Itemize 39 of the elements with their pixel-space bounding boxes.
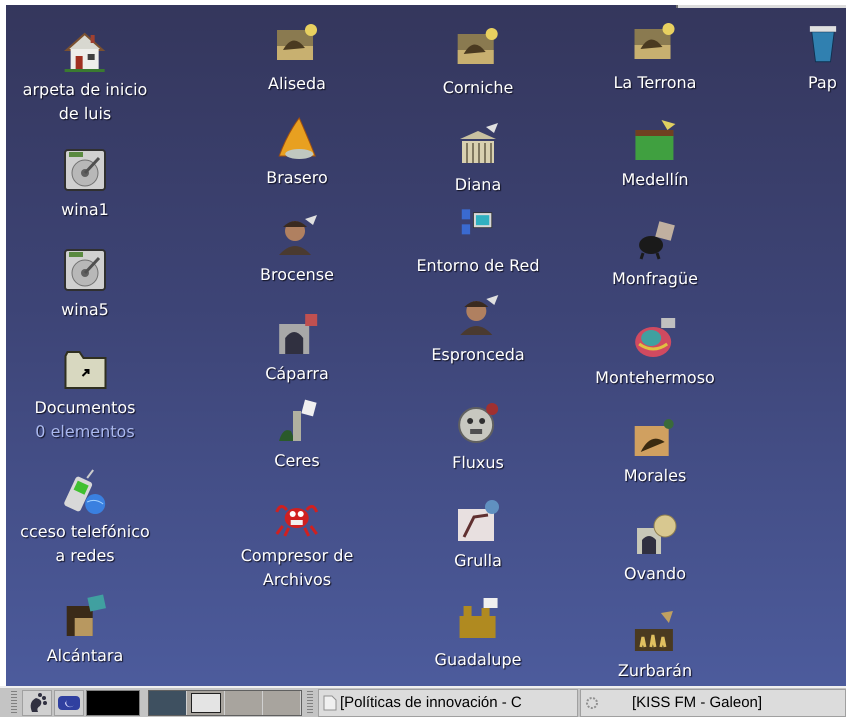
document-icon <box>323 694 337 710</box>
icon-label[interactable]: Documentos <box>34 396 136 420</box>
icon-label[interactable]: Compresor de Archivos <box>240 544 354 592</box>
icon-label[interactable]: Aliseda <box>268 72 326 96</box>
task-button[interactable]: [Políticas de innovación - C <box>318 688 578 716</box>
icon-label[interactable]: Monfragüe <box>612 267 698 291</box>
icon-label[interactable]: arpeta de inicio de luis <box>22 78 148 126</box>
icon-label[interactable]: Espronceda <box>431 343 525 367</box>
icon-label[interactable]: Ceres <box>274 449 320 473</box>
item-count: 0 elementos <box>35 421 135 443</box>
icon-label[interactable]: Grulla <box>454 549 502 573</box>
gear-icon <box>585 696 599 710</box>
icon-label[interactable]: Cáparra <box>265 362 329 386</box>
icon-label[interactable]: Medellín <box>621 168 689 192</box>
icon-label[interactable]: wina5 <box>61 298 109 322</box>
icon-label[interactable]: Ovando <box>624 562 686 586</box>
task-title: [Políticas de innovación - C <box>340 694 522 711</box>
window-thumbnail <box>190 692 220 712</box>
icon-label[interactable]: Morales <box>624 464 686 488</box>
icon-label[interactable]: Guadalupe <box>434 648 522 672</box>
icon-label[interactable]: Diana <box>454 173 502 197</box>
icon-label[interactable]: wina1 <box>61 198 109 222</box>
applet-display[interactable] <box>86 690 140 716</box>
icon-label[interactable]: La Terrona <box>614 71 696 95</box>
icon-label[interactable]: cceso telefónico a redes <box>20 520 150 568</box>
icon-label[interactable]: Alcántara <box>46 644 124 668</box>
icon-label[interactable]: Corniche <box>442 76 514 100</box>
icon-label[interactable]: Zurbarán <box>618 659 692 683</box>
icon-label[interactable]: Pap <box>808 71 837 95</box>
workspace-cell[interactable] <box>149 690 187 714</box>
task-title: [KISS FM - Galeon] <box>632 694 762 711</box>
icon-label[interactable]: Brocense <box>260 263 334 287</box>
icon-label[interactable]: Brasero <box>266 166 328 190</box>
foot-icon[interactable] <box>22 690 52 716</box>
icon-label[interactable]: Montehermoso <box>595 366 715 390</box>
icon-label[interactable]: Entorno de Red <box>416 254 540 278</box>
icon-label[interactable]: Fluxus <box>452 451 504 475</box>
task-button[interactable]: [KISS FM - Galeon] <box>580 688 846 716</box>
moon-icon[interactable] <box>54 690 84 716</box>
